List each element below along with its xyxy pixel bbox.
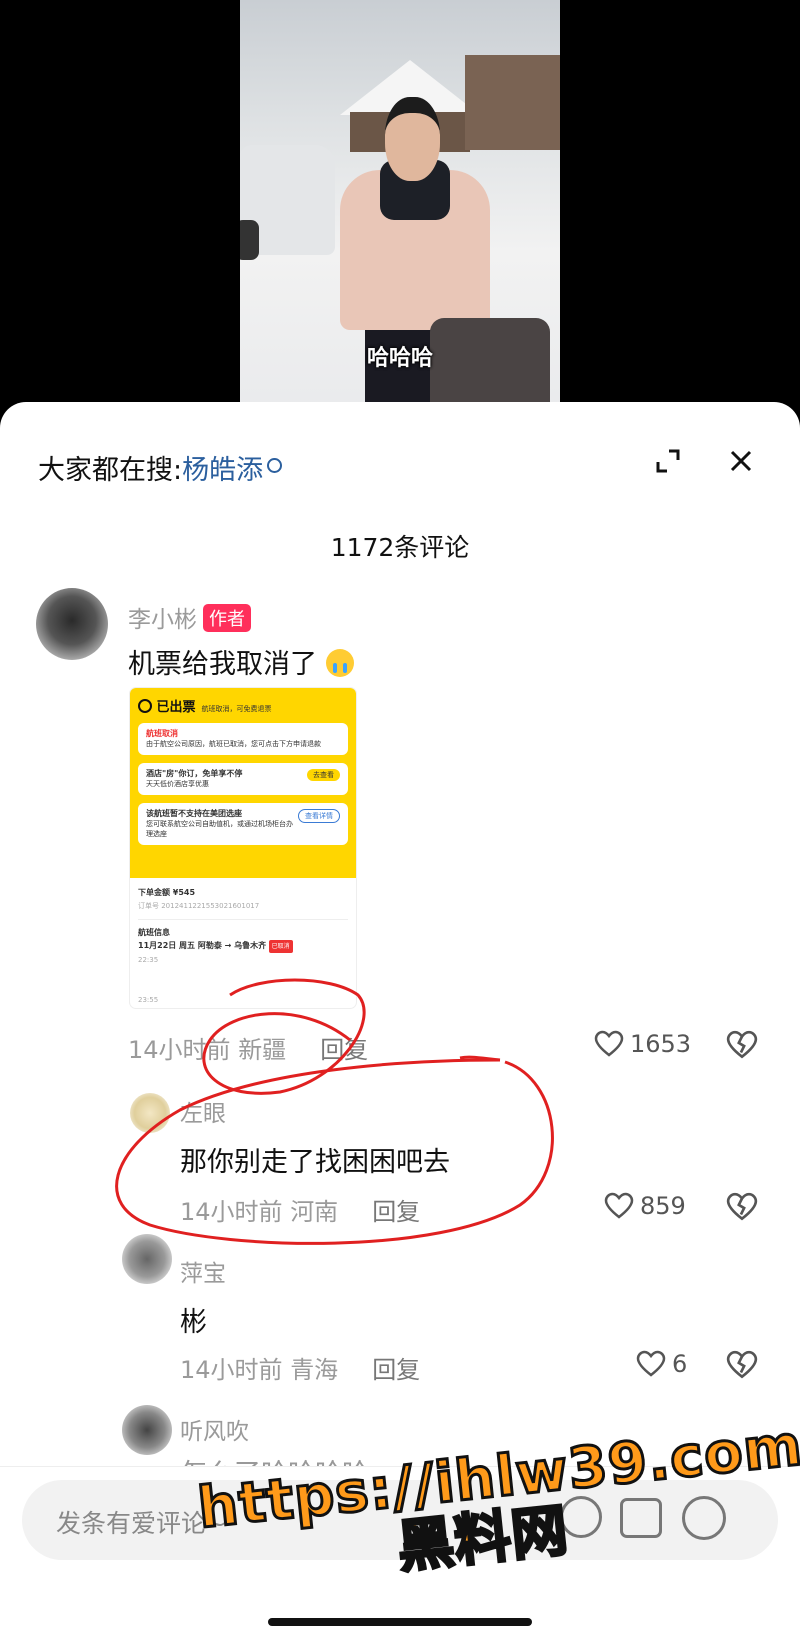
red-annotation (115, 978, 554, 1245)
